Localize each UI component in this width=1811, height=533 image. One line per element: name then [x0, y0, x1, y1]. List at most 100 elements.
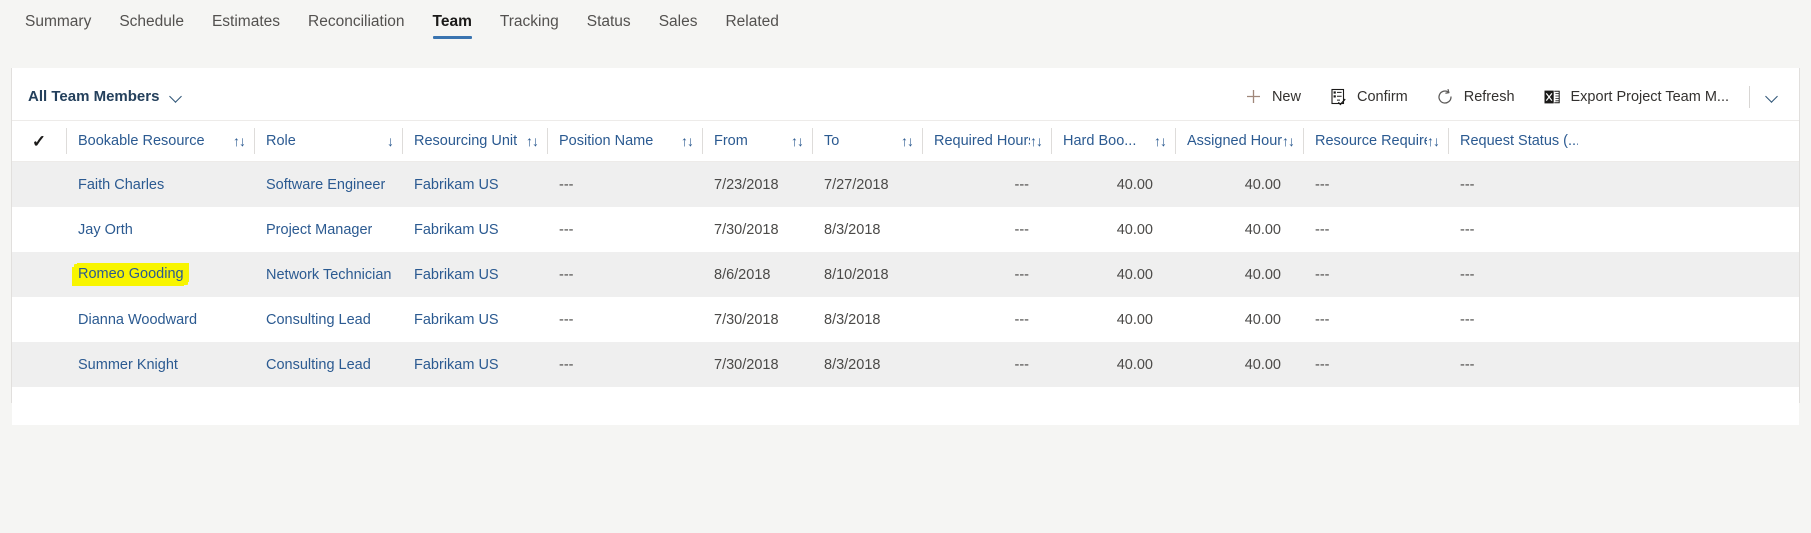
row-select-checkbox[interactable] — [12, 342, 66, 387]
column-header-resource-require[interactable]: Resource Require...↑↓ — [1303, 121, 1448, 161]
column-header-role[interactable]: Role ↓ — [254, 121, 402, 161]
cell-resourcing-unit[interactable]: Fabrikam US — [402, 297, 547, 342]
cell-text: 40.00 — [1244, 356, 1281, 373]
cell-resource-require: --- — [1303, 252, 1448, 297]
tab-label: Estimates — [211, 13, 281, 30]
cell-text: --- — [1315, 221, 1330, 238]
select-all-header[interactable]: ✓ — [12, 121, 66, 161]
table-row[interactable]: Faith Charles Software Engineer Fabrikam U… — [12, 162, 1799, 207]
grid-empty-tail — [12, 387, 1799, 425]
cell-resourcing-unit[interactable]: Fabrikam US — [402, 207, 547, 252]
cell-assigned-hours: 40.00 — [1175, 252, 1303, 297]
cell-text: Consulting Lead — [266, 311, 371, 328]
table-row[interactable]: Summer Knight Consulting Lead Fabrikam US -… — [12, 342, 1799, 387]
cell-resourcing-unit[interactable]: Fabrikam US — [402, 342, 547, 387]
tab-label: Summary — [25, 13, 92, 30]
column-header-label: Assigned Hours — [1187, 133, 1282, 149]
cell-from: 7/30/2018 — [702, 297, 812, 342]
cell-text: --- — [559, 356, 574, 373]
cell-resourcing-unit[interactable]: Fabrikam US — [402, 162, 547, 207]
cell-text: --- — [559, 311, 574, 328]
tab-related[interactable]: Related — [711, 0, 792, 47]
cell-request-status: --- — [1448, 207, 1578, 252]
sort-toggle-icon: ↑↓ — [526, 133, 539, 149]
tab-estimates[interactable]: Estimates — [198, 0, 294, 47]
table-row[interactable]: Jay Orth Project Manager Fabrikam US --- 7/3… — [12, 207, 1799, 252]
cell-text: 40.00 — [1116, 176, 1153, 193]
tab-team[interactable]: Team — [419, 0, 486, 47]
cell-text: 7/30/2018 — [714, 356, 779, 373]
column-header-from[interactable]: From ↑↓ — [702, 121, 812, 161]
cell-text: --- — [1315, 311, 1330, 328]
cell-bookable-resource[interactable]: Romeo Gooding — [66, 252, 254, 297]
cell-resourcing-unit[interactable]: Fabrikam US — [402, 252, 547, 297]
row-select-checkbox[interactable] — [12, 297, 66, 342]
new-button[interactable]: New — [1232, 81, 1313, 112]
row-select-checkbox[interactable] — [12, 207, 66, 252]
grid-header-row: ✓ Bookable Resource ↑↓ Role ↓ Resourcing Uni… — [12, 121, 1799, 162]
cell-bookable-resource[interactable]: Dianna Woodward — [66, 297, 254, 342]
cell-text: 40.00 — [1244, 266, 1281, 283]
cell-bookable-resource[interactable]: Faith Charles — [66, 162, 254, 207]
cell-request-status: --- — [1448, 297, 1578, 342]
cell-role[interactable]: Project Manager — [254, 207, 402, 252]
cell-assigned-hours: 40.00 — [1175, 162, 1303, 207]
cell-bookable-resource[interactable]: Jay Orth — [66, 207, 254, 252]
chevron-down-icon — [1766, 92, 1780, 101]
row-select-checkbox[interactable] — [12, 252, 66, 297]
tab-reconciliation[interactable]: Reconciliation — [294, 0, 419, 47]
table-row[interactable]: Dianna Woodward Consulting Lead Fabrikam U… — [12, 297, 1799, 342]
cell-role[interactable]: Software Engineer — [254, 162, 402, 207]
cell-bookable-resource[interactable]: Summer Knight — [66, 342, 254, 387]
column-header-hard-boo[interactable]: Hard Boo... ↑↓ — [1051, 121, 1175, 161]
column-header-label: Required Hours — [934, 133, 1030, 149]
cell-text: --- — [559, 221, 574, 238]
column-header-position-name[interactable]: Position Name ↑↓ — [547, 121, 702, 161]
cell-from: 8/6/2018 — [702, 252, 812, 297]
column-header-assigned-hours[interactable]: Assigned Hours ↑↓ — [1175, 121, 1303, 161]
view-selector[interactable]: All Team Members — [22, 84, 190, 109]
row-select-checkbox[interactable] — [12, 162, 66, 207]
column-header-label: To — [824, 133, 840, 149]
sort-toggle-icon: ↑↓ — [1282, 133, 1295, 149]
sort-descending-icon: ↓ — [387, 133, 394, 149]
cell-assigned-hours: 40.00 — [1175, 297, 1303, 342]
cell-text: --- — [1315, 266, 1330, 283]
cell-text: 40.00 — [1244, 311, 1281, 328]
refresh-button[interactable]: Refresh — [1424, 81, 1527, 112]
tab-label: Team — [432, 13, 472, 30]
column-header-required-hours[interactable]: Required Hours ↑↓ — [922, 121, 1051, 161]
cell-position-name: --- — [547, 252, 702, 297]
cell-text: --- — [559, 176, 574, 193]
team-grid-panel: All Team Members New Confirm Refresh Exp… — [11, 68, 1800, 425]
cell-hard-boo: 40.00 — [1051, 252, 1175, 297]
tab-schedule[interactable]: Schedule — [105, 0, 198, 47]
tab-sales[interactable]: Sales — [645, 0, 712, 47]
cell-text: --- — [1014, 311, 1030, 328]
cell-assigned-hours: 40.00 — [1175, 207, 1303, 252]
cell-resource-require: --- — [1303, 162, 1448, 207]
cell-required-hours: --- — [922, 252, 1051, 297]
table-row[interactable]: Romeo Gooding Network Technician Fabrikam … — [12, 252, 1799, 297]
tab-label: Status — [586, 13, 631, 30]
tab-label: Sales — [658, 13, 698, 30]
column-header-resourcing-unit[interactable]: Resourcing Unit ↑↓ — [402, 121, 547, 161]
cell-role[interactable]: Network Technician — [254, 252, 402, 297]
cell-role[interactable]: Consulting Lead — [254, 342, 402, 387]
cell-text: Consulting Lead — [266, 356, 371, 373]
cell-role[interactable]: Consulting Lead — [254, 297, 402, 342]
column-header-bookable-resource[interactable]: Bookable Resource ↑↓ — [66, 121, 254, 161]
column-header-label: Hard Boo... — [1063, 133, 1137, 149]
export-project-team-members-button[interactable]: Export Project Team M... — [1531, 81, 1741, 112]
cell-text: Dianna Woodward — [78, 311, 198, 328]
column-header-request-status[interactable]: Request Status (... — [1448, 121, 1578, 161]
cell-hard-boo: 40.00 — [1051, 162, 1175, 207]
command-overflow-button[interactable] — [1756, 86, 1794, 107]
tab-tracking[interactable]: Tracking — [486, 0, 573, 47]
column-header-to[interactable]: To ↑↓ — [812, 121, 922, 161]
tab-summary[interactable]: Summary — [11, 0, 105, 47]
confirm-button[interactable]: Confirm — [1317, 81, 1420, 112]
cell-to: 8/10/2018 — [812, 252, 922, 297]
tab-status[interactable]: Status — [573, 0, 645, 47]
cell-text: 40.00 — [1116, 311, 1153, 328]
